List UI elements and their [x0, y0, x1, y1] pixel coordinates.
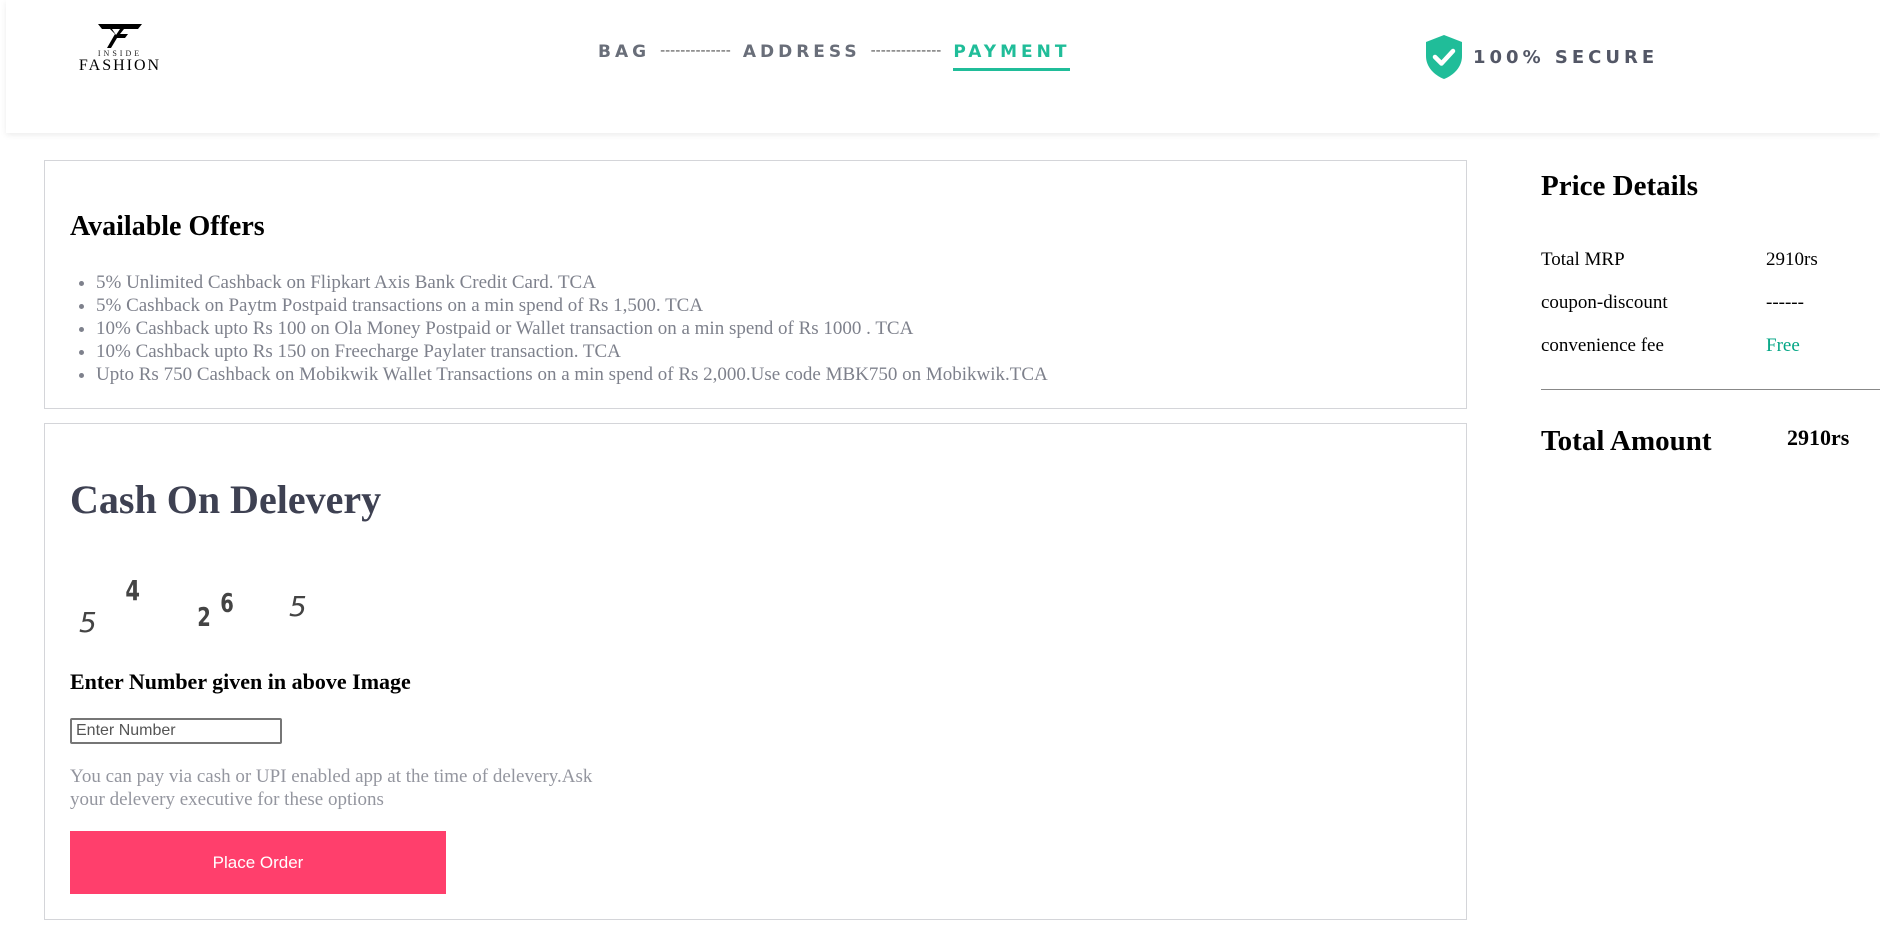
- offer-item: 10% Cashback upto Rs 100 on Ola Money Po…: [96, 317, 1048, 340]
- price-value-convenience-fee: Free: [1766, 335, 1800, 356]
- step-address[interactable]: ADDRESS: [743, 42, 861, 68]
- logo-mark-icon: [98, 24, 142, 48]
- offer-item: Upto Rs 750 Cashback on Mobikwik Wallet …: [96, 363, 1048, 386]
- step-separator: --------------: [870, 43, 942, 59]
- offer-item: 5% Cashback on Paytm Postpaid transactio…: [96, 294, 1048, 317]
- price-value-coupon-discount: ------: [1766, 292, 1804, 313]
- place-order-button[interactable]: Place Order: [70, 831, 446, 894]
- captcha-prompt: Enter Number given in above Image: [70, 669, 411, 694]
- secure-badge: 100% SECURE: [1424, 34, 1658, 80]
- shield-check-icon: [1426, 35, 1462, 79]
- captcha-digit: 2: [197, 603, 211, 633]
- checkout-steps: BAG -------------- ADDRESS -------------…: [598, 42, 1071, 82]
- captcha-digit: 5: [79, 606, 97, 639]
- offers-title: Available Offers: [70, 211, 265, 242]
- captcha-digit: 5: [289, 590, 307, 623]
- cod-note: You can pay via cash or UPI enabled app …: [70, 766, 593, 810]
- price-label-coupon-discount: coupon-discount: [1541, 292, 1668, 313]
- offer-item: 5% Unlimited Cashback on Flipkart Axis B…: [96, 271, 1048, 294]
- available-offers: Available Offers 5% Unlimited Cashback o…: [44, 160, 1467, 409]
- captcha-image: 5 4 2 6 5: [79, 574, 379, 644]
- cod-title: Cash On Delevery: [70, 477, 382, 522]
- captcha-digit: 6: [220, 589, 234, 619]
- price-label-total-mrp: Total MRP: [1541, 249, 1625, 270]
- total-amount-label: Total Amount: [1541, 425, 1712, 457]
- price-label-convenience-fee: convenience fee: [1541, 335, 1664, 356]
- site-header: INSIDE FASHION BAG -------------- ADDRES…: [6, 0, 1880, 133]
- offers-list: 5% Unlimited Cashback on Flipkart Axis B…: [70, 271, 1048, 386]
- total-amount-value: 2910rs: [1787, 425, 1850, 450]
- brand-logo[interactable]: INSIDE FASHION: [72, 24, 168, 86]
- captcha-input[interactable]: [70, 718, 282, 744]
- logo-big-text: FASHION: [78, 57, 162, 74]
- price-divider: [1541, 389, 1880, 390]
- offer-item: 10% Cashback upto Rs 150 on Freecharge P…: [96, 340, 1048, 363]
- step-payment[interactable]: PAYMENT: [953, 42, 1071, 71]
- step-bag[interactable]: BAG: [598, 42, 650, 68]
- price-value-total-mrp: 2910rs: [1766, 249, 1818, 270]
- secure-label: 100% SECURE: [1473, 46, 1659, 68]
- price-details-title: Price Details: [1541, 170, 1699, 202]
- cash-on-delivery-panel: Cash On Delevery 5 4 2 6 5 Enter Number …: [44, 423, 1467, 920]
- captcha-digit: 4: [125, 574, 141, 607]
- step-separator: --------------: [660, 43, 731, 59]
